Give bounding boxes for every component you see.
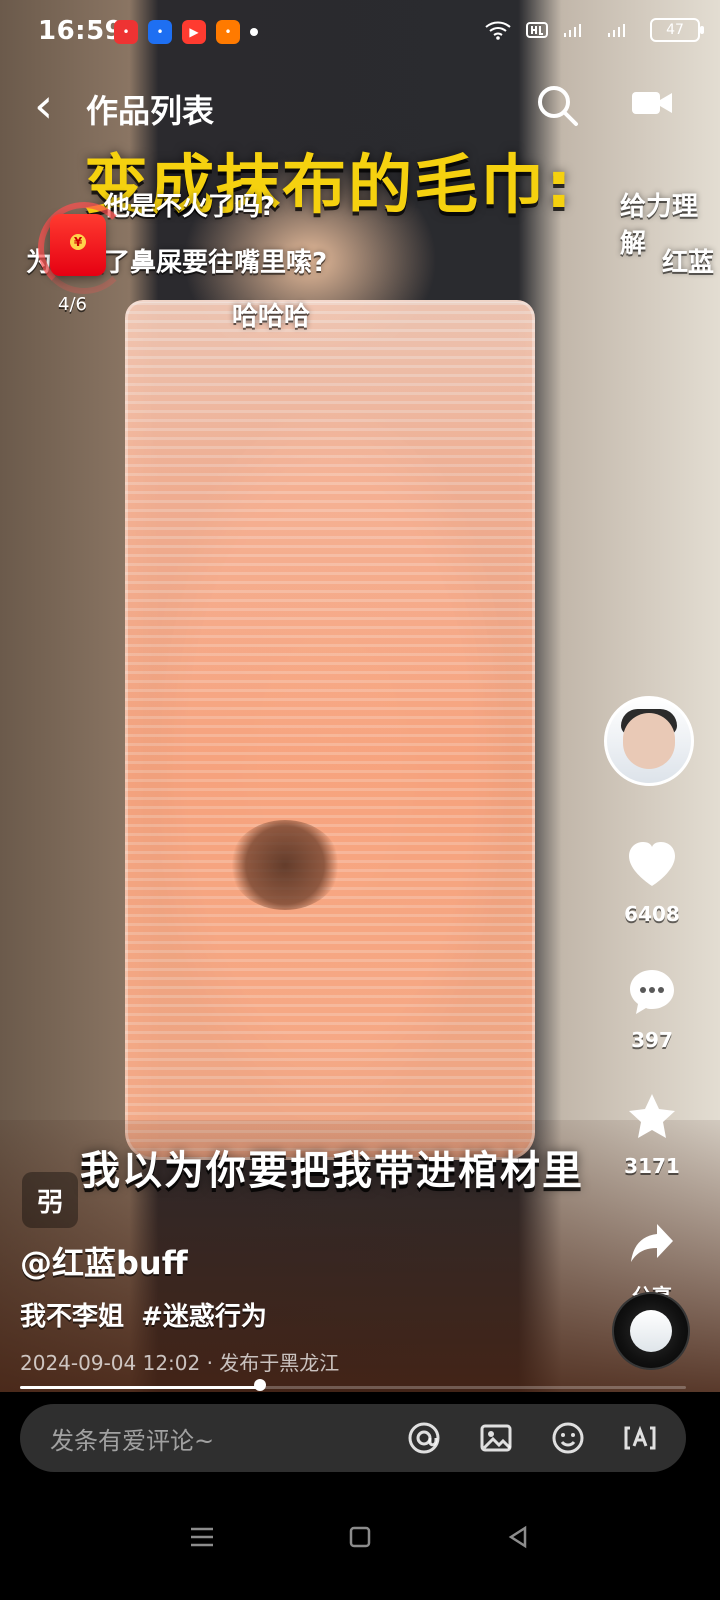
post-description: 我不李姐 #迷惑行为 (20, 1296, 339, 1333)
like-action[interactable]: 6408 (604, 834, 700, 926)
image-icon (480, 1424, 512, 1452)
hashtag-link[interactable]: #迷惑行为 (141, 1302, 267, 1332)
danmaku-item: 他是不火了吗? (104, 192, 276, 222)
video-mode-button[interactable] (630, 86, 674, 120)
likes-count: 6408 (624, 902, 680, 926)
progress-knob[interactable] (253, 1379, 266, 1391)
bottom-area: 发条有爱评论~ (0, 1392, 720, 1600)
app-icon: ▶ (182, 20, 206, 44)
status-right: 47 (484, 18, 704, 42)
top-bar: ‹ 变成抹布的毛巾: 作品列表 (0, 70, 720, 223)
page-title: 作品列表 (86, 92, 215, 130)
comment-action[interactable]: 397 (604, 960, 700, 1052)
description-text: 我不李姐 (20, 1302, 125, 1332)
post-meta: 2024-09-04 12:02 · 发布于黑龙江 (20, 1351, 340, 1375)
status-dot (250, 28, 258, 36)
video-progress[interactable] (20, 1379, 686, 1391)
back-button[interactable]: ‹ (34, 82, 53, 130)
author-avatar[interactable] (604, 696, 694, 786)
video-screen[interactable]: 16:59 • • ▶ • 47 ‹ 变成抹布的毛巾: 作品列表 他是不火了吗?… (0, 0, 720, 1600)
comment-input-placeholder[interactable]: 发条有爱评论~ (50, 1421, 398, 1456)
back-triangle-icon (508, 1525, 527, 1549)
ai-icon (624, 1425, 656, 1450)
menu-icon (191, 1527, 213, 1547)
comment-bubble-icon (621, 960, 683, 1022)
hd-icon (526, 22, 548, 38)
nav-home-button[interactable] (336, 1513, 384, 1561)
nav-menu-button[interactable] (178, 1513, 226, 1561)
nav-back-button[interactable] (494, 1513, 542, 1561)
danmaku-item: 红蓝 (662, 248, 715, 278)
battery-indicator: 47 (650, 18, 704, 42)
at-button[interactable] (398, 1412, 450, 1464)
red-packet-count: 4/6 (58, 294, 87, 315)
right-action-rail: 6408 397 3171 (604, 696, 700, 1309)
status-app-icons: • • ▶ • (114, 20, 258, 44)
avatar-face (623, 713, 675, 769)
emoji-icon (552, 1422, 584, 1454)
share-arrow-icon (621, 1212, 683, 1274)
signal-icon (564, 24, 581, 37)
emoji-button[interactable] (542, 1412, 594, 1464)
image-button[interactable] (470, 1412, 522, 1464)
home-square-icon (349, 1526, 371, 1548)
coin-icon: ¥ (70, 234, 86, 250)
comment-bar[interactable]: 发条有爱评论~ (20, 1404, 686, 1472)
video-left-tag: 弜 (22, 1172, 78, 1228)
search-button[interactable] (532, 80, 584, 132)
status-bar: 16:59 • • ▶ • 47 (0, 0, 720, 64)
chevron-left-icon: ‹ (34, 78, 54, 134)
post-info: @红蓝buff 我不李姐 #迷惑行为 2024-09-04 12:02 · 发布… (20, 1238, 339, 1376)
music-disc[interactable] (612, 1292, 690, 1370)
danmaku-item: 哈哈哈 (232, 302, 311, 332)
app-icon: • (216, 20, 240, 44)
status-time: 16:59 (38, 16, 124, 46)
video-icon (632, 92, 672, 114)
app-icon: • (148, 20, 172, 44)
app-icon: • (114, 20, 138, 44)
red-packet-widget[interactable]: ¥ (38, 202, 130, 294)
video-subtitle: 我以为你要把我带进棺材里 (80, 1148, 584, 1194)
music-disc-avatar (630, 1310, 672, 1352)
ai-button[interactable] (614, 1412, 666, 1464)
comments-count: 397 (631, 1028, 673, 1052)
progress-fill (20, 1386, 260, 1389)
wifi-icon (485, 21, 511, 40)
favorite-action[interactable]: 3171 (604, 1086, 700, 1178)
battery-level: 47 (666, 22, 684, 38)
heart-icon (621, 834, 683, 896)
video-content-hole (230, 820, 340, 910)
favorites-count: 3171 (624, 1154, 680, 1178)
star-icon (621, 1086, 683, 1148)
author-handle[interactable]: @红蓝buff (20, 1238, 339, 1284)
search-icon (538, 86, 578, 126)
system-navbar (0, 1502, 720, 1572)
at-icon (408, 1422, 440, 1454)
signal-icon-2 (608, 24, 625, 37)
video-content-towel (125, 300, 535, 1160)
